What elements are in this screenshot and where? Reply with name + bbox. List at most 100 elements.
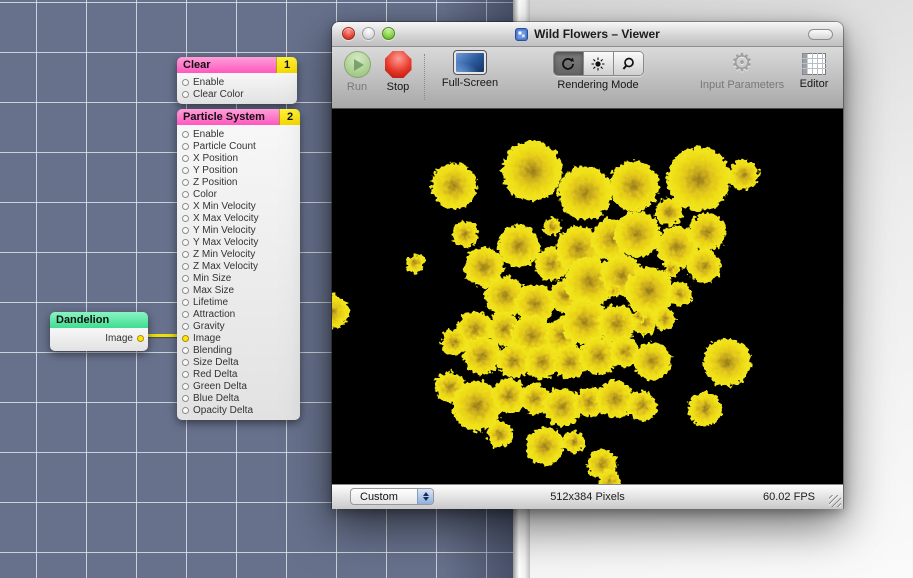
port-dot[interactable] [137, 335, 144, 342]
port-color[interactable]: Color [177, 188, 300, 200]
port-dot[interactable] [182, 251, 189, 258]
port-x-position[interactable]: X Position [177, 152, 300, 164]
fps-label: 60.02 FPS [763, 491, 815, 503]
port-label: Z Min Velocity [193, 249, 255, 260]
port-z-max-velocity[interactable]: Z Max Velocity [177, 260, 300, 272]
node-dandelion-header[interactable]: Dandelion [50, 312, 148, 328]
port-z-position[interactable]: Z Position [177, 176, 300, 188]
port-opacity-delta[interactable]: Opacity Delta [177, 404, 300, 416]
stop-button[interactable]: Stop [376, 51, 420, 93]
port-dot[interactable] [182, 311, 189, 318]
port-dot[interactable] [182, 275, 189, 282]
node-particle-system[interactable]: Particle System 2 EnableParticle CountX … [177, 109, 300, 420]
port-image[interactable]: Image [177, 332, 300, 344]
port-dot[interactable] [182, 155, 189, 162]
particle-core [473, 347, 490, 364]
particle-core [590, 347, 607, 364]
particle-core [573, 181, 597, 205]
particle-core [606, 390, 623, 407]
particle-core [668, 265, 675, 272]
port-dot[interactable] [182, 215, 189, 222]
port-dot[interactable] [182, 179, 189, 186]
port-min-size[interactable]: Min Size [177, 272, 300, 284]
particle-core [459, 228, 471, 240]
port-dot[interactable] [182, 287, 189, 294]
port-dot[interactable] [182, 227, 189, 234]
node-clear-title: Clear [177, 57, 276, 73]
node-dandelion[interactable]: Dandelion Image [50, 312, 148, 351]
particle-core [467, 321, 483, 337]
port-y-min-velocity[interactable]: Y Min Velocity [177, 224, 300, 236]
port-green-delta[interactable]: Green Delta [177, 380, 300, 392]
port-y-max-velocity[interactable]: Y Max Velocity [177, 236, 300, 248]
port-dot[interactable] [182, 91, 189, 98]
particle-core [569, 437, 579, 447]
zoom-button[interactable] [382, 27, 395, 40]
particle-core [475, 258, 493, 276]
port-dot[interactable] [182, 167, 189, 174]
toolbar-toggle-button[interactable] [808, 29, 833, 40]
port-label: X Min Velocity [193, 201, 256, 212]
render-inspect-segment[interactable] [614, 52, 643, 75]
run-button[interactable]: Run [338, 51, 376, 93]
port-dot[interactable] [182, 383, 189, 390]
port-x-max-velocity[interactable]: X Max Velocity [177, 212, 300, 224]
render-refresh-segment[interactable] [554, 52, 584, 75]
port-gravity[interactable]: Gravity [177, 320, 300, 332]
particle-core [737, 168, 751, 182]
fullscreen-button[interactable]: Full-Screen [432, 51, 508, 89]
particle-core [553, 398, 570, 415]
particle-core [716, 351, 738, 373]
node-particle-system-title: Particle System [177, 109, 279, 125]
port-x-min-velocity[interactable]: X Min Velocity [177, 200, 300, 212]
port-enable[interactable]: Enable [177, 76, 297, 88]
port-max-size[interactable]: Max Size [177, 284, 300, 296]
port-dot[interactable] [182, 131, 189, 138]
port-dot[interactable] [182, 323, 189, 330]
close-button[interactable] [342, 27, 355, 40]
node-clear[interactable]: Clear 1 EnableClear Color [177, 57, 297, 104]
port-dot[interactable] [182, 395, 189, 402]
port-size-delta[interactable]: Size Delta [177, 356, 300, 368]
input-parameters-label: Input Parameters [700, 79, 784, 91]
particle-core [411, 259, 419, 267]
port-y-position[interactable]: Y Position [177, 164, 300, 176]
titlebar[interactable]: Wild Flowers – Viewer [332, 22, 843, 47]
stop-label: Stop [387, 81, 410, 93]
port-dot[interactable] [182, 371, 189, 378]
port-label: Image [193, 333, 221, 344]
input-parameters-button[interactable]: ⚙ Input Parameters [684, 51, 800, 91]
node-clear-header[interactable]: Clear 1 [177, 57, 297, 73]
port-label: Enable [193, 129, 224, 140]
port-dot[interactable] [182, 359, 189, 366]
resize-grip[interactable] [829, 495, 841, 507]
port-clear-color[interactable]: Clear Color [177, 88, 297, 100]
particle-core [611, 288, 617, 294]
port-dot[interactable] [182, 299, 189, 306]
port-dot[interactable] [182, 203, 189, 210]
port-dot[interactable] [182, 79, 189, 86]
port-particle-count[interactable]: Particle Count [177, 140, 300, 152]
port-blending[interactable]: Blending [177, 344, 300, 356]
node-particle-system-header[interactable]: Particle System 2 [177, 109, 300, 125]
minimize-button[interactable] [362, 27, 375, 40]
particle-core [519, 158, 546, 185]
port-label: Gravity [193, 321, 225, 332]
port-dot[interactable] [182, 239, 189, 246]
port-dot[interactable] [182, 191, 189, 198]
port-dot[interactable] [182, 407, 189, 414]
port-lifetime[interactable]: Lifetime [177, 296, 300, 308]
render-debug-segment[interactable] [584, 52, 614, 75]
port-attraction[interactable]: Attraction [177, 308, 300, 320]
port-dot[interactable] [182, 347, 189, 354]
port-dot[interactable] [182, 143, 189, 150]
editor-button[interactable]: Editor [790, 51, 838, 90]
port-image-output[interactable]: Image [50, 331, 148, 347]
port-dot[interactable] [182, 263, 189, 270]
port-red-delta[interactable]: Red Delta [177, 368, 300, 380]
run-icon [344, 51, 371, 78]
port-dot[interactable] [182, 335, 189, 342]
port-blue-delta[interactable]: Blue Delta [177, 392, 300, 404]
port-enable[interactable]: Enable [177, 128, 300, 140]
port-z-min-velocity[interactable]: Z Min Velocity [177, 248, 300, 260]
